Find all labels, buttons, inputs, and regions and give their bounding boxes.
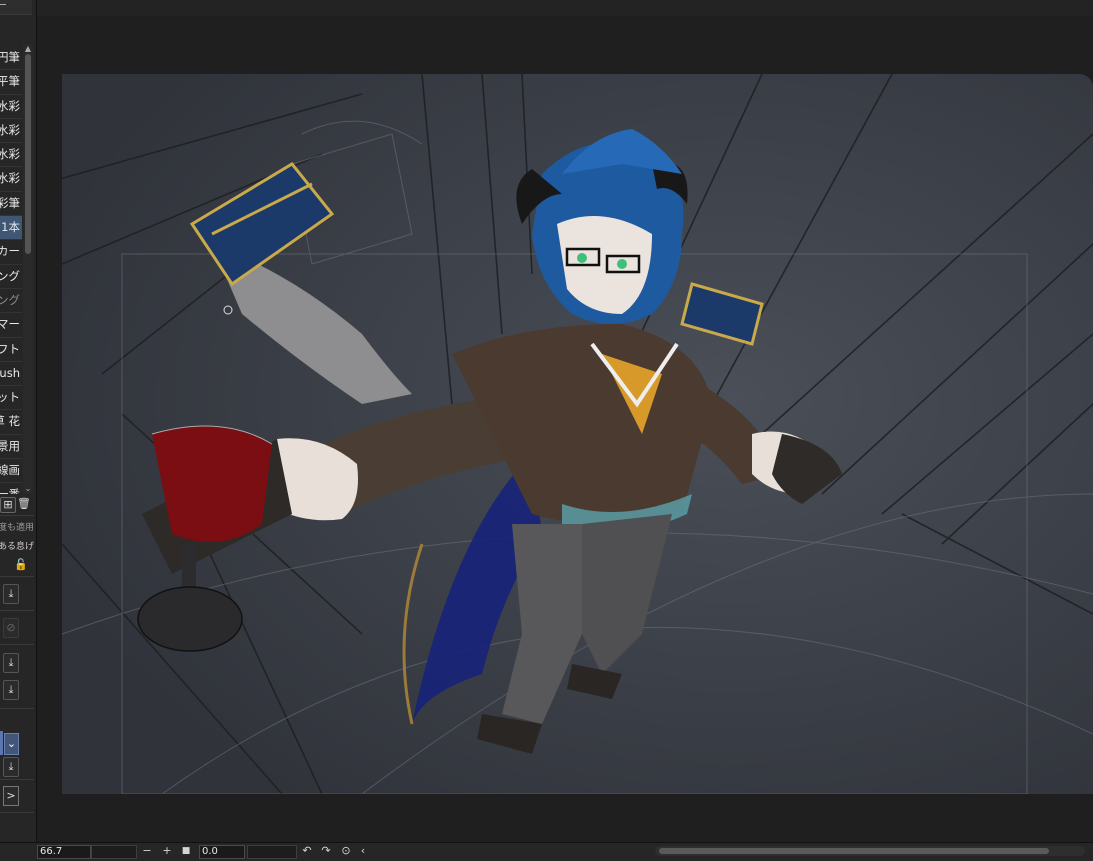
status-bar: 66.7 − + ■ 0.0 ↶ ↷ ⊙ ‹ — [0, 842, 1093, 861]
canvas-viewport[interactable] — [37, 0, 1093, 842]
rotation-slider[interactable] — [247, 845, 297, 859]
divider — [0, 576, 34, 577]
brush-item-label: ぼかし一番 — [0, 487, 20, 494]
rotation-field[interactable]: 0.0 — [199, 845, 245, 859]
brush-list-item[interactable]: 水彩筆 — [0, 192, 22, 217]
divider — [0, 779, 34, 780]
brush-item-label: 丸ペン 平筆 — [0, 74, 20, 89]
scroll-down-icon[interactable]: ⌄ — [23, 484, 33, 494]
download-icon[interactable]: ⤓ — [3, 757, 19, 777]
brush-item-label: にじみ水彩 — [0, 147, 20, 162]
brush-item-label: 線画 — [0, 463, 20, 478]
selection-accent — [0, 731, 3, 755]
dropdown-chevron-icon[interactable]: ⌄ — [4, 733, 19, 755]
brush-list-item[interactable]: ソフト — [0, 338, 22, 362]
brush-list-item[interactable]: 筆 1本 — [0, 216, 22, 241]
rotate-right-icon[interactable]: ↷ — [320, 844, 332, 858]
brush-item-label: 水彩筆 — [0, 195, 20, 210]
horizontal-scrollbar[interactable] — [655, 846, 1085, 856]
brush-item-label: 透明水彩 — [0, 122, 20, 137]
brush-item-label: 背景用 — [0, 438, 20, 453]
scrollbar-thumb[interactable] — [25, 54, 31, 254]
reset-rotation-icon[interactable]: ⊙ — [340, 844, 352, 858]
brush-item-label: 筆 1本 — [0, 220, 20, 235]
add-brush-icon[interactable]: ⊞ — [0, 497, 16, 513]
brush-item-label: ソフト — [0, 341, 20, 356]
sub-tool-panel: 丸ペン 鉛筆 円筆丸ペン 平筆不透明水彩透明水彩にじみ水彩ウェット水彩水彩筆筆 … — [0, 0, 37, 842]
divider — [0, 610, 34, 611]
brush-list-item[interactable]: 透明水彩 — [0, 119, 22, 144]
divider — [0, 708, 34, 709]
download-icon[interactable]: ⤓ — [3, 653, 19, 673]
brush-list-item[interactable]: brush — [0, 362, 22, 387]
zoom-out-icon[interactable]: − — [141, 844, 153, 858]
brush-list-item[interactable]: 背景用 — [0, 435, 22, 460]
brush-list-item[interactable]: 線画 — [0, 459, 22, 484]
disabled-icon: ⊘ — [3, 618, 19, 638]
download-icon[interactable]: ⤓ — [3, 584, 19, 604]
zoom-in-icon[interactable]: + — [161, 844, 173, 858]
brush-item-label: 丸ペン 鉛筆 円筆 — [0, 50, 20, 64]
lock-icon[interactable]: 🔓 — [14, 558, 28, 572]
brush-item-label: ブレンディング — [0, 268, 20, 283]
brush-item-label: スムージング — [0, 292, 20, 307]
brush-item-label: 草 花 — [0, 414, 20, 429]
brush-item-label: brush — [0, 365, 20, 380]
brush-list-item[interactable]: ウェット水彩 — [0, 167, 22, 192]
brush-list-item[interactable]: ドット — [0, 386, 22, 411]
panel-menu-handle[interactable] — [0, 4, 6, 5]
brush-list-item[interactable]: エアーマー — [0, 313, 22, 338]
divider — [0, 515, 34, 516]
brush-item-label: ウェット水彩 — [0, 171, 20, 186]
download-icon[interactable]: ⤓ — [3, 680, 19, 700]
panel-header — [0, 0, 32, 15]
fit-screen-icon[interactable]: ■ — [180, 844, 192, 858]
brush-list-item[interactable]: マーカー — [0, 240, 22, 265]
zoom-slider[interactable] — [91, 845, 137, 859]
brush-list: 丸ペン 鉛筆 円筆丸ペン 平筆不透明水彩透明水彩にじみ水彩ウェット水彩水彩筆筆 … — [0, 46, 22, 494]
brush-list-item[interactable]: スムージング — [0, 289, 22, 314]
brush-item-label: 不透明水彩 — [0, 98, 20, 113]
artwork-canvas[interactable] — [62, 74, 1093, 794]
brush-list-item[interactable]: ぼかし一番 — [0, 483, 22, 494]
zoom-field[interactable]: 66.7 — [37, 845, 91, 859]
brush-list-scrollbar[interactable]: ▲ ⌄ — [23, 44, 33, 494]
brush-item-label: マーカー — [0, 244, 20, 259]
rotate-left-icon[interactable]: ↶ — [301, 844, 313, 858]
brush-list-item[interactable]: 不透明水彩 — [0, 95, 22, 119]
option-label: 不透明度も適用 — [0, 523, 34, 533]
collapse-icon[interactable]: ‹ — [357, 844, 369, 858]
brush-item-label: ドット — [0, 390, 20, 405]
brush-item-label: エアーマー — [0, 317, 20, 332]
canvas-top-strip — [37, 0, 1093, 16]
divider — [0, 812, 34, 813]
expand-icon[interactable]: > — [3, 786, 19, 806]
brush-list-item[interactable]: にじみ水彩 — [0, 143, 22, 168]
brush-list-item[interactable]: 丸ペン 平筆 — [0, 70, 22, 95]
delete-brush-icon[interactable]: 🗑 — [17, 497, 31, 511]
brush-list-item[interactable]: ブレンディング — [0, 265, 22, 289]
divider — [0, 644, 34, 645]
option-label: アンチエイリアスある息げ — [0, 542, 34, 552]
scrollbar-thumb[interactable] — [659, 848, 1049, 854]
scroll-up-icon[interactable]: ▲ — [23, 44, 33, 54]
brush-list-item[interactable]: 草 花 — [0, 410, 22, 435]
artwork-illustration — [62, 74, 1093, 794]
brush-list-item[interactable]: 丸ペン 鉛筆 円筆 — [0, 46, 22, 71]
